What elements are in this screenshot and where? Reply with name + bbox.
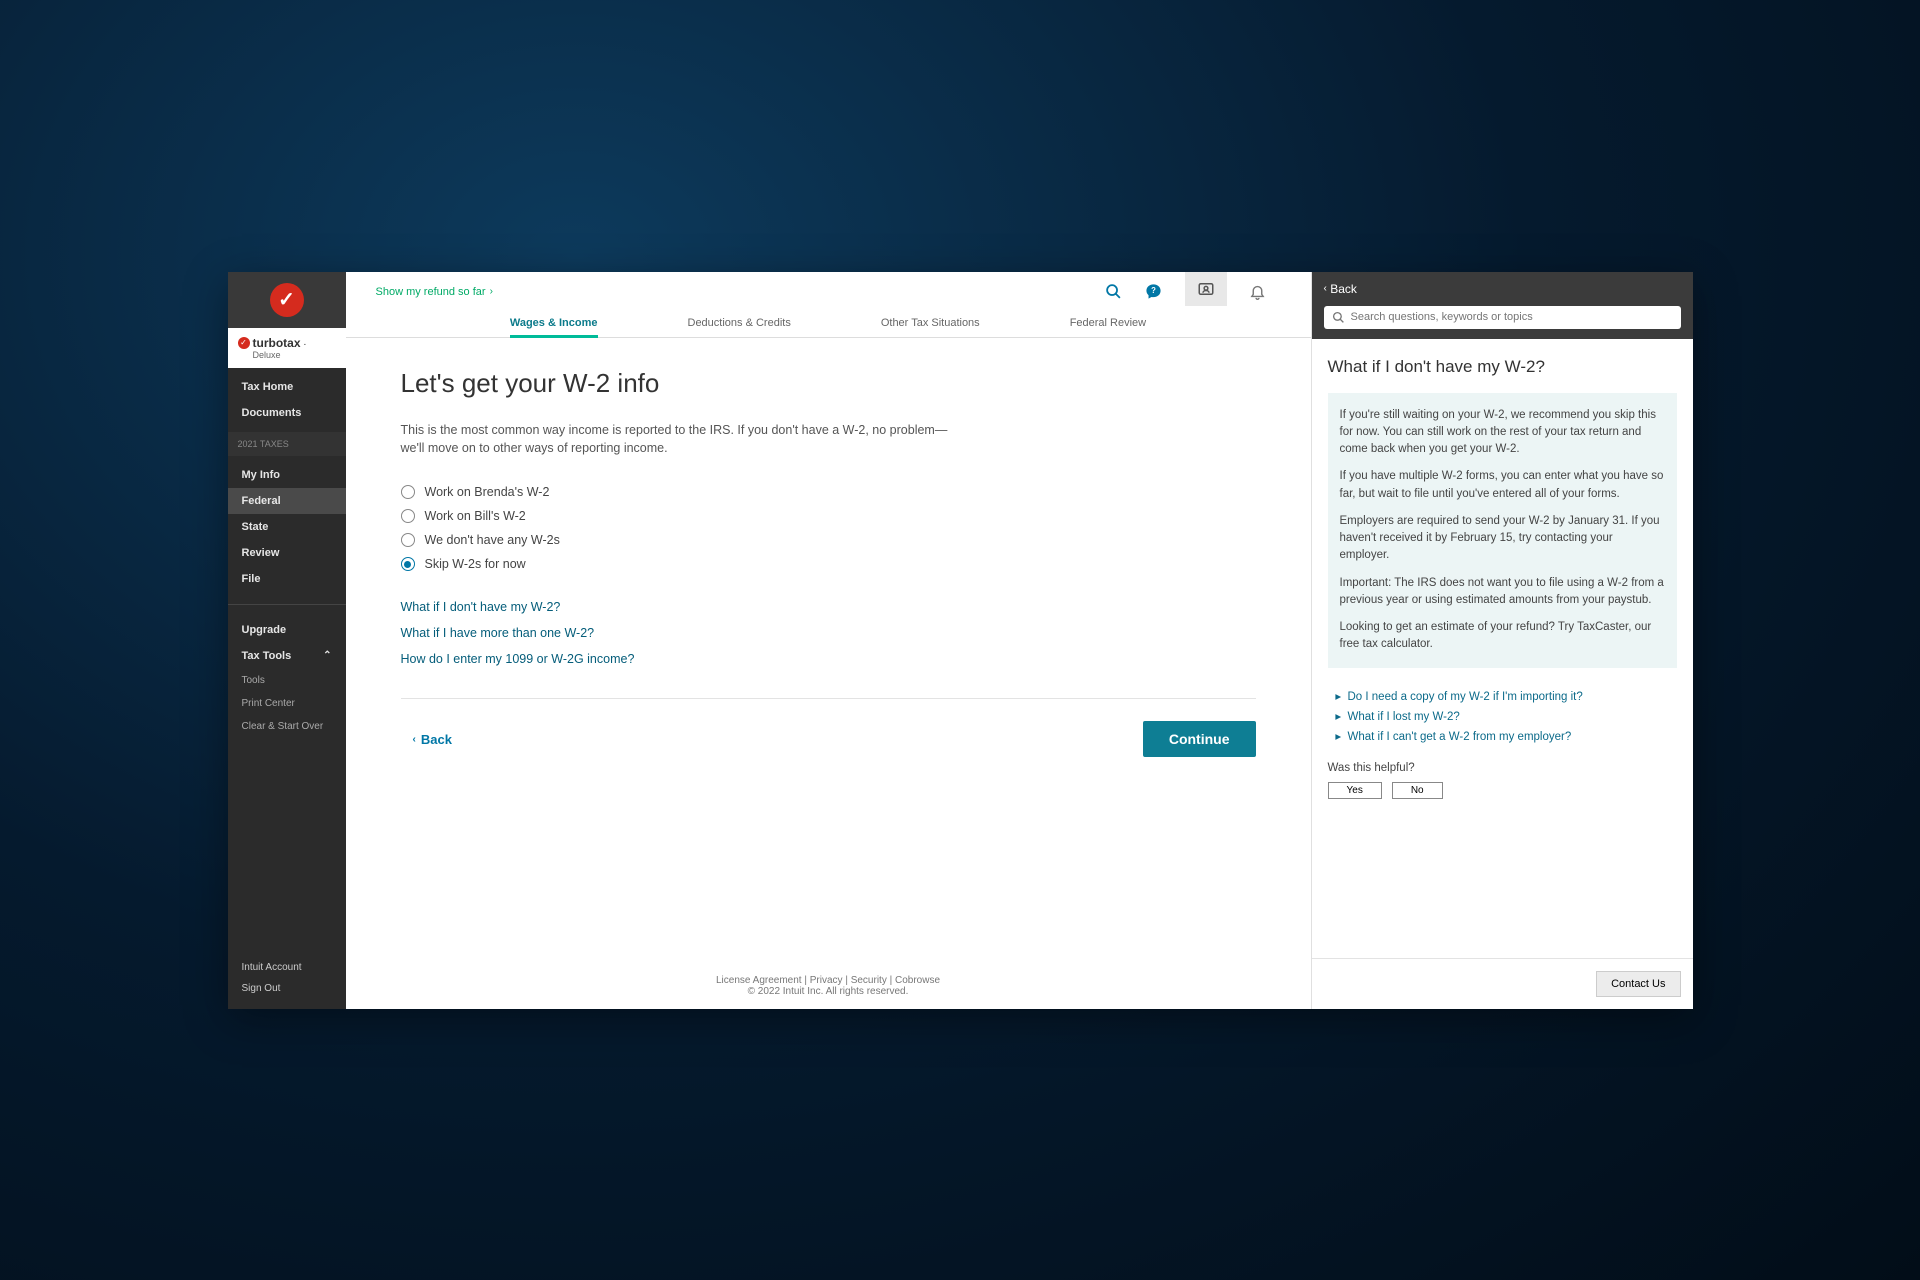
footer: License Agreement | Privacy | Security |… bbox=[346, 965, 1311, 1009]
help-back-label: Back bbox=[1330, 282, 1357, 296]
radio-icon bbox=[401, 485, 415, 499]
nav-documents[interactable]: Documents bbox=[228, 400, 346, 426]
main-area: Show my refund so far › ? Wages & Income… bbox=[346, 272, 1311, 1009]
subtabs: Wages & Income Deductions & Credits Othe… bbox=[346, 306, 1311, 338]
help-feedback-question: Was this helpful? bbox=[1328, 762, 1677, 774]
chevron-right-icon: › bbox=[490, 286, 493, 297]
help-para: If you're still waiting on your W-2, we … bbox=[1340, 407, 1665, 459]
svg-text:?: ? bbox=[1151, 286, 1156, 295]
help-search-box[interactable] bbox=[1324, 306, 1681, 329]
help-link-multiple-w2[interactable]: What if I have more than one W-2? bbox=[401, 620, 1256, 646]
tab-other-situations[interactable]: Other Tax Situations bbox=[881, 317, 980, 337]
page-description: This is the most common way income is re… bbox=[401, 421, 961, 459]
help-related-link[interactable]: What if I can't get a W-2 from my employ… bbox=[1348, 726, 1677, 746]
nav-tax-home[interactable]: Tax Home bbox=[228, 374, 346, 400]
nav-intuit-account[interactable]: Intuit Account bbox=[242, 957, 332, 978]
help-search-input[interactable] bbox=[1351, 311, 1673, 323]
nav-state[interactable]: State bbox=[228, 514, 346, 540]
inline-help-links: What if I don't have my W-2? What if I h… bbox=[401, 594, 1256, 672]
chevron-left-icon: ‹ bbox=[413, 734, 416, 745]
topbar: Show my refund so far › ? bbox=[346, 272, 1311, 306]
footer-security[interactable]: Security bbox=[851, 975, 887, 986]
help-panel: ‹ Back What if I don't have my W-2? If y… bbox=[1311, 272, 1693, 1009]
option-label: We don't have any W-2s bbox=[425, 533, 560, 547]
actions-bar: ‹ Back Continue bbox=[401, 698, 1256, 757]
app-window: ✓ ✓ turbotax. Deluxe Tax Home Documents … bbox=[228, 272, 1693, 1009]
nav-clear-start-over[interactable]: Clear & Start Over bbox=[228, 715, 346, 738]
option-skip-w2[interactable]: Skip W-2s for now bbox=[401, 552, 1256, 576]
brand-block: ✓ turbotax. Deluxe bbox=[228, 328, 346, 368]
sidebar: ✓ ✓ turbotax. Deluxe Tax Home Documents … bbox=[228, 272, 346, 1009]
tab-deductions-credits[interactable]: Deductions & Credits bbox=[688, 317, 791, 337]
feedback-no-button[interactable]: No bbox=[1392, 782, 1443, 799]
radio-icon bbox=[401, 509, 415, 523]
nav-taxes-header: 2021 TAXES bbox=[228, 432, 346, 456]
footer-privacy[interactable]: Privacy bbox=[810, 975, 843, 986]
tab-wages-income[interactable]: Wages & Income bbox=[510, 317, 598, 337]
nav-federal[interactable]: Federal bbox=[228, 488, 346, 514]
option-no-w2[interactable]: We don't have any W-2s bbox=[401, 528, 1256, 552]
top-icons: ? bbox=[1105, 278, 1281, 306]
option-label: Work on Bill's W-2 bbox=[425, 509, 526, 523]
help-search-wrap bbox=[1312, 306, 1693, 339]
chevron-up-icon: ⌃ bbox=[323, 650, 331, 661]
help-chat-icon[interactable]: ? bbox=[1145, 283, 1163, 301]
feedback-yes-button[interactable]: Yes bbox=[1328, 782, 1382, 799]
help-para: Employers are required to send your W-2 … bbox=[1340, 513, 1665, 565]
nav-sign-out[interactable]: Sign Out bbox=[242, 978, 332, 999]
show-refund-label: Show my refund so far bbox=[376, 286, 486, 298]
nav-review[interactable]: Review bbox=[228, 540, 346, 566]
checkmark-icon: ✓ bbox=[238, 337, 250, 349]
help-para: Looking to get an estimate of your refun… bbox=[1340, 619, 1665, 654]
brand-name: turbotax bbox=[253, 336, 301, 350]
help-link-1099[interactable]: How do I enter my 1099 or W-2G income? bbox=[401, 646, 1256, 672]
option-brenda-w2[interactable]: Work on Brenda's W-2 bbox=[401, 480, 1256, 504]
nav-upgrade[interactable]: Upgrade bbox=[228, 617, 346, 643]
footer-copyright: © 2022 Intuit Inc. All rights reserved. bbox=[346, 986, 1311, 997]
show-refund-link[interactable]: Show my refund so far › bbox=[376, 286, 493, 298]
search-icon[interactable] bbox=[1105, 283, 1123, 301]
back-button[interactable]: ‹ Back bbox=[401, 732, 452, 747]
contact-us-button[interactable]: Contact Us bbox=[1596, 971, 1680, 997]
help-related-link[interactable]: What if I lost my W-2? bbox=[1348, 706, 1677, 726]
nav-tax-tools-label: Tax Tools bbox=[242, 650, 292, 662]
help-callout: If you're still waiting on your W-2, we … bbox=[1328, 393, 1677, 668]
option-label: Work on Brenda's W-2 bbox=[425, 485, 550, 499]
option-bill-w2[interactable]: Work on Bill's W-2 bbox=[401, 504, 1256, 528]
nav-tools[interactable]: Tools bbox=[228, 669, 346, 692]
help-article-title: What if I don't have my W-2? bbox=[1328, 357, 1677, 377]
radio-icon bbox=[401, 557, 415, 571]
sidebar-footer: Intuit Account Sign Out bbox=[228, 947, 346, 1009]
brand-tier: Deluxe bbox=[253, 350, 336, 360]
radio-icon bbox=[401, 533, 415, 547]
expert-icon[interactable] bbox=[1185, 272, 1227, 306]
help-link-no-w2[interactable]: What if I don't have my W-2? bbox=[401, 594, 1256, 620]
help-para: Important: The IRS does not want you to … bbox=[1340, 575, 1665, 610]
nav-print-center[interactable]: Print Center bbox=[228, 692, 346, 715]
help-back-button[interactable]: ‹ Back bbox=[1312, 272, 1693, 306]
help-footer: Contact Us bbox=[1312, 958, 1693, 1009]
back-label: Back bbox=[421, 732, 452, 747]
help-para: If you have multiple W-2 forms, you can … bbox=[1340, 468, 1665, 503]
checkmark-logo-icon: ✓ bbox=[270, 283, 304, 317]
footer-cobrowse[interactable]: Cobrowse bbox=[895, 975, 940, 986]
nav-file[interactable]: File bbox=[228, 566, 346, 592]
option-label: Skip W-2s for now bbox=[425, 557, 526, 571]
page-title: Let's get your W-2 info bbox=[401, 368, 1256, 399]
help-feedback: Was this helpful? Yes No bbox=[1328, 762, 1677, 799]
bell-icon[interactable] bbox=[1249, 283, 1267, 301]
chevron-left-icon: ‹ bbox=[1324, 283, 1327, 294]
logo-block: ✓ bbox=[228, 272, 346, 328]
nav-my-info[interactable]: My Info bbox=[228, 462, 346, 488]
tab-federal-review[interactable]: Federal Review bbox=[1070, 317, 1146, 337]
content: Let's get your W-2 info This is the most… bbox=[346, 338, 1311, 965]
help-body: What if I don't have my W-2? If you're s… bbox=[1312, 339, 1693, 958]
help-related-list: Do I need a copy of my W-2 if I'm import… bbox=[1328, 682, 1677, 746]
help-related-link[interactable]: Do I need a copy of my W-2 if I'm import… bbox=[1348, 686, 1677, 706]
search-icon bbox=[1332, 311, 1345, 324]
footer-license[interactable]: License Agreement bbox=[716, 975, 802, 986]
nav-tax-tools[interactable]: Tax Tools ⌃ bbox=[228, 643, 346, 669]
continue-button[interactable]: Continue bbox=[1143, 721, 1256, 757]
